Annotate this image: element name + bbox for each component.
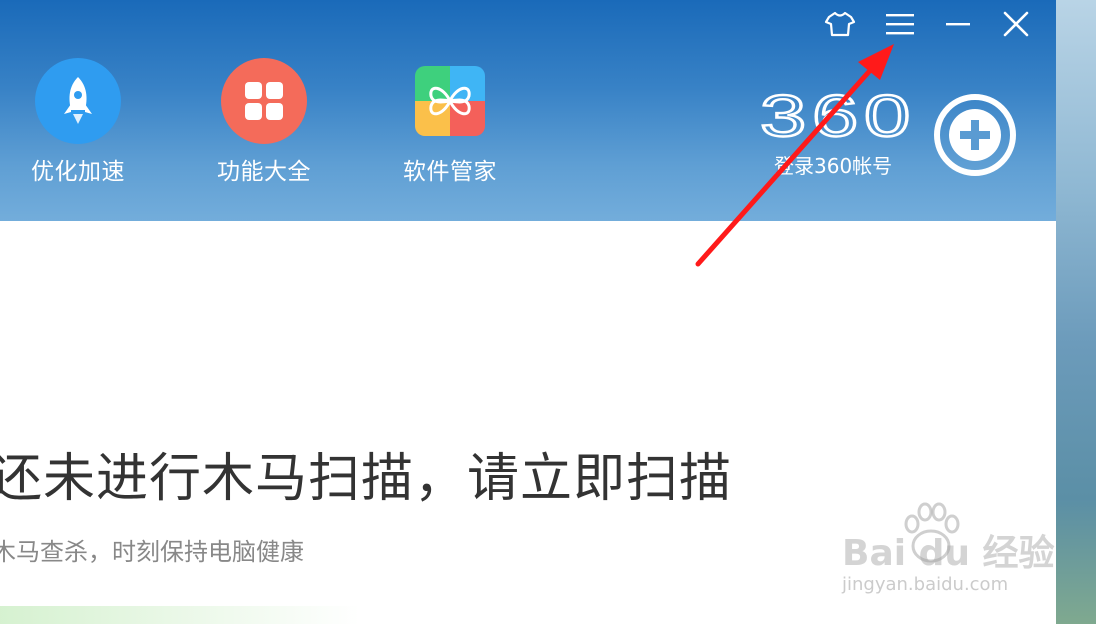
toolbar-item-label: 软件管家	[403, 159, 497, 185]
minimize-icon	[946, 23, 970, 26]
header-bar: 优化加速 功能大全 软件管家 360 登录360帐号	[0, 0, 1056, 221]
scan-status-title: 还未进行木马扫描，请立即扫描	[0, 449, 733, 509]
360-logo-text: 360	[760, 92, 916, 140]
app-window: 优化加速 功能大全 软件管家 360 登录360帐号 还未进行木马扫描，请立即扫…	[0, 0, 1056, 624]
toolbar-item-label: 优化加速	[31, 159, 125, 185]
tshirt-icon	[824, 11, 856, 37]
main-menu-button[interactable]	[880, 6, 920, 42]
toolbar-item-software-manager[interactable]: 软件管家	[395, 58, 505, 186]
optimize-icon-circle	[35, 58, 121, 144]
baidu-watermark: Bai du 经验	[842, 533, 1055, 574]
toolbar-item-label: 功能大全	[217, 159, 311, 185]
toolbar-item-optimize[interactable]: 优化加速	[23, 58, 133, 186]
rocket-icon	[64, 77, 92, 124]
toolbar-item-features[interactable]: 功能大全	[209, 58, 319, 186]
login-link[interactable]: 登录360帐号	[774, 150, 892, 179]
360-guard-icon	[934, 94, 1016, 176]
desktop-background	[1056, 0, 1096, 624]
software-manager-icon	[415, 66, 485, 136]
hamburger-menu-icon	[886, 14, 914, 35]
minimize-button[interactable]	[938, 6, 978, 42]
grid-icon	[245, 82, 283, 120]
close-icon	[1003, 11, 1029, 37]
features-icon-circle	[221, 58, 307, 144]
360-logo: 360	[760, 92, 916, 140]
baidu-watermark-url: jingyan.baidu.com	[842, 574, 1009, 595]
scan-status-subtitle: 木马查杀，时刻保持电脑健康	[0, 538, 304, 566]
login-button[interactable]	[932, 92, 1018, 178]
scan-button-edge	[0, 606, 360, 624]
skin-button[interactable]	[820, 6, 860, 42]
close-button[interactable]	[996, 6, 1036, 42]
software-manager-tile	[415, 66, 485, 136]
